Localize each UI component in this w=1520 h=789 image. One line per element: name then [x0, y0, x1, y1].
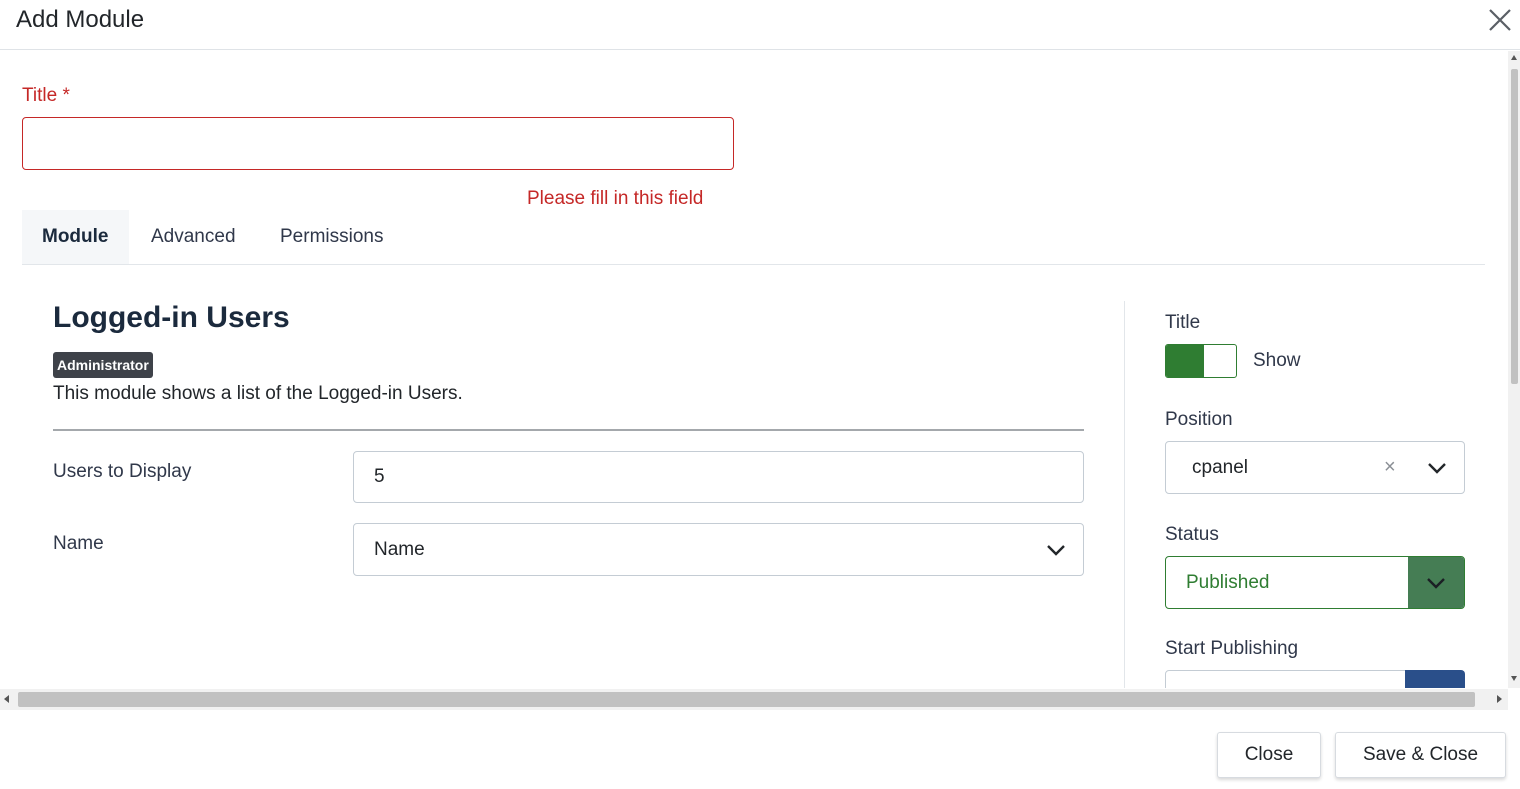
column-divider — [1124, 301, 1125, 688]
name-select[interactable]: Name — [353, 523, 1084, 576]
tab-module[interactable]: Module — [22, 210, 129, 264]
start-publishing-input[interactable] — [1165, 670, 1406, 688]
modal-title: Add Module — [16, 6, 145, 33]
client-badge: Administrator — [53, 352, 153, 378]
status-dropdown-button[interactable] — [1408, 557, 1464, 608]
name-select-value: Name — [374, 539, 425, 560]
calendar-button[interactable] — [1405, 670, 1465, 688]
scroll-up-icon[interactable] — [1511, 55, 1517, 60]
name-label: Name — [53, 533, 104, 554]
position-select[interactable]: cpanel × — [1165, 441, 1465, 494]
save-close-button[interactable]: Save & Close — [1335, 732, 1506, 778]
close-icon[interactable] — [1486, 6, 1514, 34]
users-to-display-input[interactable] — [353, 451, 1084, 503]
title-label: Title * — [22, 85, 70, 106]
tab-permissions[interactable]: Permissions — [280, 210, 383, 264]
title-input[interactable] — [22, 117, 734, 170]
position-value: cpanel — [1192, 457, 1248, 478]
toggle-on-indicator — [1166, 345, 1204, 377]
modal-body: Title * Please fill in this field Module… — [0, 51, 1508, 688]
scroll-down-icon[interactable] — [1511, 676, 1517, 681]
vertical-scrollbar[interactable] — [1508, 51, 1520, 688]
tab-advanced[interactable]: Advanced — [151, 210, 236, 264]
module-heading: Logged-in Users — [53, 301, 290, 334]
chevron-down-icon — [1428, 463, 1446, 474]
status-select[interactable]: Published — [1165, 556, 1465, 609]
clear-icon[interactable]: × — [1384, 456, 1396, 479]
chevron-down-icon — [1047, 545, 1065, 556]
position-label: Position — [1165, 409, 1233, 430]
scroll-left-icon[interactable] — [4, 695, 9, 703]
status-value: Published — [1186, 572, 1270, 593]
vertical-scrollbar-thumb[interactable] — [1511, 69, 1518, 384]
close-button[interactable]: Close — [1217, 732, 1321, 778]
chevron-down-icon — [1427, 578, 1445, 589]
modal-header: Add Module — [0, 0, 1520, 50]
horizontal-scrollbar[interactable] — [0, 689, 1508, 710]
title-show-toggle[interactable] — [1165, 344, 1237, 378]
status-label: Status — [1165, 524, 1219, 545]
users-to-display-label: Users to Display — [53, 461, 192, 482]
scroll-right-icon[interactable] — [1497, 695, 1502, 703]
divider — [53, 429, 1084, 431]
tab-bar: Module Advanced Permissions — [22, 210, 1485, 265]
side-title-label: Title — [1165, 312, 1201, 333]
horizontal-scrollbar-thumb[interactable] — [18, 692, 1475, 707]
title-error-message: Please fill in this field — [527, 188, 704, 209]
start-publishing-label: Start Publishing — [1165, 638, 1299, 659]
toggle-show-label: Show — [1253, 350, 1301, 371]
module-description: This module shows a list of the Logged-i… — [53, 383, 463, 404]
